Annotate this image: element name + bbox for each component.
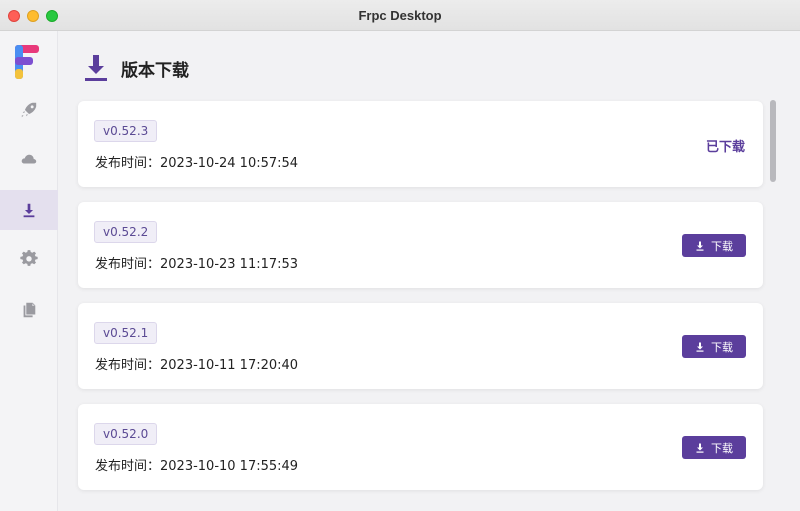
- sidebar-item-rocket[interactable]: [0, 90, 58, 130]
- window-title: Frpc Desktop: [358, 8, 442, 23]
- sidebar-item-download[interactable]: [0, 190, 58, 230]
- sidebar: [0, 31, 58, 511]
- release-card: v0.52.3 发布时间：2023-10-24 10:57:54 已下载: [78, 101, 763, 187]
- download-button[interactable]: 下载: [682, 436, 746, 459]
- app-logo: [15, 45, 39, 79]
- version-badge: v0.52.3: [94, 120, 158, 142]
- rocket-icon: [21, 102, 37, 118]
- scrollbar-thumb[interactable]: [770, 100, 776, 182]
- sidebar-item-cloud[interactable]: [0, 139, 58, 179]
- cloud-icon: [21, 154, 37, 164]
- app-window: Frpc Desktop 版本下载 v0.52.3 发布时间：2023-10-2…: [0, 0, 800, 511]
- download-button-label: 下载: [711, 340, 733, 354]
- download-icon: [696, 342, 704, 352]
- download-button[interactable]: 下载: [682, 234, 746, 257]
- documents-icon: [23, 302, 36, 318]
- main-content: 版本下载 v0.52.3 发布时间：2023-10-24 10:57:54 已下…: [59, 31, 800, 511]
- version-badge: v0.52.0: [94, 423, 158, 445]
- gear-icon: [20, 250, 38, 266]
- release-card: v0.52.2 发布时间：2023-10-23 11:17:53 下载: [78, 202, 763, 288]
- download-icon: [696, 241, 704, 251]
- version-badge: v0.52.2: [94, 221, 158, 243]
- download-button-label: 下载: [711, 239, 733, 253]
- release-card: v0.52.1 发布时间：2023-10-11 17:20:40 下载: [78, 303, 763, 389]
- page-title: 版本下载: [121, 60, 189, 81]
- release-time: 发布时间：2023-10-10 17:55:49: [95, 459, 299, 474]
- download-icon: [85, 55, 107, 81]
- release-time: 发布时间：2023-10-23 11:17:53: [95, 257, 299, 272]
- download-button-label: 下载: [711, 441, 733, 455]
- version-badge: v0.52.1: [94, 322, 158, 344]
- download-button[interactable]: 下载: [682, 335, 746, 358]
- title-bar: Frpc Desktop: [0, 0, 800, 31]
- sidebar-item-documents[interactable]: [0, 290, 58, 330]
- download-icon: [696, 443, 704, 453]
- release-time: 发布时间：2023-10-24 10:57:54: [95, 156, 299, 171]
- release-time: 发布时间：2023-10-11 17:20:40: [95, 358, 299, 373]
- release-card: v0.52.0 发布时间：2023-10-10 17:55:49 下载: [78, 404, 763, 490]
- downloaded-status: 已下载: [705, 140, 745, 155]
- download-icon: [23, 203, 35, 218]
- page-header: 版本下载: [83, 51, 189, 85]
- sidebar-item-settings[interactable]: [0, 239, 58, 279]
